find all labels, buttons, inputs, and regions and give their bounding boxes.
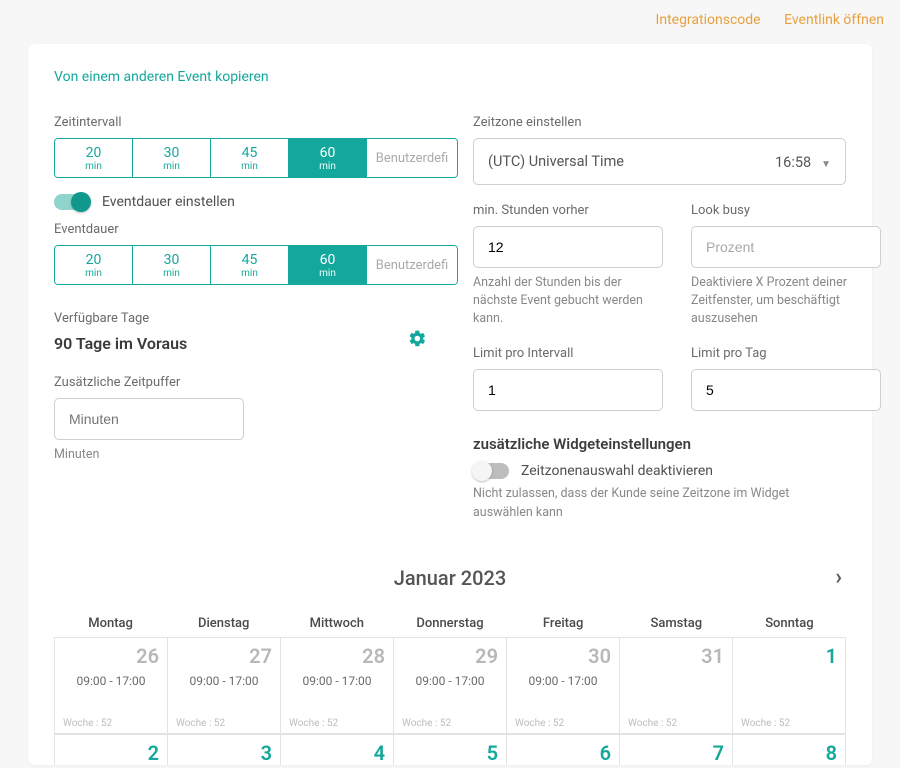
duration-segmented: 20min30min45min60minBenutzerdefi [54,245,458,285]
calendar-week-1: 2609:00 - 17:00Woche : 522709:00 - 17:00… [54,637,846,734]
calendar-cell[interactable]: 7 [620,735,733,765]
min-hours-label: min. Stunden vorher [473,203,663,218]
limit-interval-input[interactable] [473,369,663,411]
buffer-sublabel: Minuten [54,446,427,464]
min-hours-input[interactable] [473,226,663,268]
interval-option-45[interactable]: 45min [211,139,289,177]
limit-interval-label: Limit pro Intervall [473,346,663,361]
interval-option-30[interactable]: 30min [133,246,211,284]
calendar-dow: Freitag [507,610,620,637]
timezone-value: (UTC) Universal Time [488,153,624,170]
buffer-input[interactable] [54,398,244,440]
calendar-cell[interactable]: 3 [168,735,281,765]
min-hours-help: Anzahl der Stunden bis der nächste Event… [473,274,663,328]
duration-label: Eventdauer [54,222,427,237]
calendar-cell[interactable]: 4 [281,735,394,765]
calendar-dow: Mittwoch [280,610,393,637]
interval-option-20[interactable]: 20min [55,139,133,177]
interval-option-45[interactable]: 45min [211,246,289,284]
interval-option-60[interactable]: 60min [289,246,367,284]
set-duration-toggle[interactable] [54,194,90,210]
calendar-cell[interactable]: 2709:00 - 17:00Woche : 52 [168,638,281,734]
limit-day-label: Limit pro Tag [691,346,881,361]
calendar-dow: Montag [54,610,167,637]
look-busy-input[interactable] [691,226,881,268]
calendar-week-2: 2345678 [54,734,846,765]
copy-from-event-link[interactable]: Von einem anderen Event kopieren [54,69,269,85]
calendar-header: Januar 2023 › [54,566,846,590]
interval-option-30[interactable]: 30min [133,139,211,177]
calendar-cell[interactable]: 2909:00 - 17:00Woche : 52 [394,638,507,734]
disable-tz-help: Nicht zulassen, dass der Kunde seine Zei… [473,485,846,521]
calendar-cell[interactable]: 1Woche : 52 [733,638,846,734]
calendar-dow: Donnerstag [393,610,506,637]
gear-icon[interactable] [408,329,427,353]
calendar-cell[interactable]: 31Woche : 52 [620,638,733,734]
available-days-value: 90 Tage im Voraus [54,334,187,353]
interval-option-20[interactable]: 20min [55,246,133,284]
look-busy-help: Deaktiviere X Prozent deiner Zeitfenster… [691,274,881,328]
limit-day-input[interactable] [691,369,881,411]
interval-option-60[interactable]: 60min [289,139,367,177]
calendar-cell[interactable]: 2609:00 - 17:00Woche : 52 [55,638,168,734]
calendar-dow-row: MontagDienstagMittwochDonnerstagFreitagS… [54,610,846,637]
calendar-title: Januar 2023 [394,566,506,590]
calendar-cell[interactable]: 6 [507,735,620,765]
timezone-label: Zeitzone einstellen [473,115,846,130]
calendar-dow: Samstag [620,610,733,637]
calendar-dow: Sonntag [733,610,846,637]
settings-card: Von einem anderen Event kopieren Zeitint… [28,44,872,765]
left-column: Zeitintervall 20min30min45min60minBenutz… [54,115,427,522]
available-days-label: Verfügbare Tage [54,311,187,326]
widget-settings-title: zusätzliche Widgeteinstellungen [473,435,846,453]
interval-label: Zeitintervall [54,115,427,130]
timezone-time: 16:58 [775,154,811,171]
calendar-cell[interactable]: 5 [394,735,507,765]
calendar-cell[interactable]: 8 [733,735,846,765]
right-column: Zeitzone einstellen (UTC) Universal Time… [473,115,846,522]
calendar-cell[interactable]: 2 [55,735,168,765]
disable-tz-toggle[interactable] [473,463,509,479]
interval-option-custom[interactable]: Benutzerdefi [367,139,457,177]
interval-option-custom[interactable]: Benutzerdefi [367,246,457,284]
interval-segmented: 20min30min45min60minBenutzerdefi [54,138,458,178]
calendar-cell[interactable]: 3009:00 - 17:00Woche : 52 [507,638,620,734]
calendar-cell[interactable]: 2809:00 - 17:00Woche : 52 [281,638,394,734]
look-busy-label: Look busy [691,203,881,218]
buffer-label: Zusätzliche Zeitpuffer [54,375,427,390]
calendar-next-icon[interactable]: › [835,567,842,589]
set-duration-toggle-label: Eventdauer einstellen [102,194,235,210]
open-event-link[interactable]: Eventlink öffnen [784,12,884,28]
timezone-select[interactable]: (UTC) Universal Time 16:58 ▼ [473,138,846,185]
calendar-dow: Dienstag [167,610,280,637]
integration-code-link[interactable]: Integrationscode [656,12,761,28]
chevron-down-icon: ▼ [821,159,831,170]
disable-tz-toggle-label: Zeitzonenauswahl deaktivieren [521,463,713,479]
